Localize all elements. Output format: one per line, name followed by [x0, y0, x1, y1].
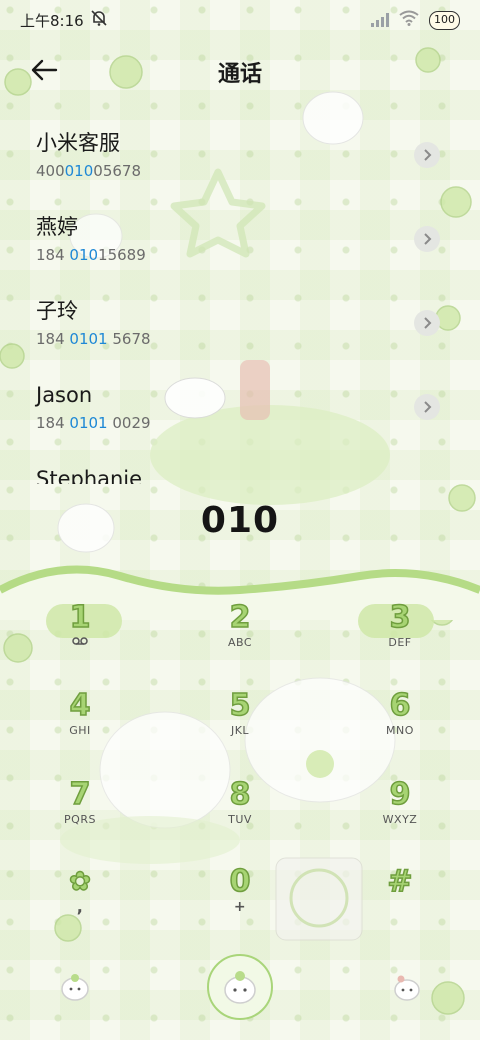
status-time: 上午8:16 — [20, 11, 84, 30]
key-2[interactable]: 2 ABC — [160, 599, 320, 650]
chevron-right-icon[interactable] — [414, 310, 440, 336]
contact-row[interactable]: 子玲 184 0101 5678 — [0, 288, 480, 372]
wifi-icon — [399, 10, 419, 30]
contact-row[interactable]: 小米客服 40001005678 — [0, 120, 480, 204]
battery-indicator: 100 — [429, 10, 460, 30]
key-7[interactable]: 7 PQRS — [0, 776, 160, 827]
contact-row[interactable]: 燕婷 184 01015689 — [0, 204, 480, 288]
key-5[interactable]: 5 JKL — [160, 687, 320, 738]
key-4[interactable]: 4 GHI — [0, 687, 160, 738]
contact-results-list: 小米客服 40001005678 燕婷 184 01015689 子玲 184 … — [0, 120, 480, 484]
mute-bell-icon — [90, 9, 108, 31]
key-6[interactable]: 6 MNO — [320, 687, 480, 738]
status-bar: 上午8:16 100 — [0, 0, 480, 40]
hide-keypad-icon[interactable] — [58, 970, 92, 1004]
key-9[interactable]: 9 WXYZ — [320, 776, 480, 827]
key-1[interactable]: 1 — [0, 599, 160, 650]
key-star[interactable]: ✿ , — [0, 864, 160, 914]
key-8[interactable]: 8 TUV — [160, 776, 320, 827]
page-title: 通话 — [217, 62, 262, 87]
contact-row[interactable]: Stephanie — [0, 456, 480, 484]
voicemail-icon — [0, 636, 160, 650]
key-hash[interactable]: # — [320, 863, 480, 900]
dialer-bottom-bar — [0, 950, 480, 1040]
signal-icon — [371, 13, 389, 27]
contact-name: Stephanie — [36, 467, 143, 484]
contact-number: 40001005678 — [36, 162, 141, 180]
dial-keypad: 1 2 ABC 3 DEF 4 GHI 5 JKL 6 MNO 7 PQRS 8… — [0, 596, 480, 946]
key-0[interactable]: 0 + — [160, 863, 320, 914]
chevron-right-icon[interactable] — [414, 142, 440, 168]
chevron-right-icon[interactable] — [414, 226, 440, 252]
header: 通话 — [0, 48, 480, 92]
dialed-number[interactable]: 010 — [0, 500, 480, 556]
chevron-right-icon[interactable] — [414, 394, 440, 420]
contact-row[interactable]: Jason 184 0101 0029 — [0, 372, 480, 456]
call-button[interactable] — [207, 954, 273, 1020]
contact-number: 184 0101 5678 — [36, 330, 151, 348]
star-key-icon: ✿ — [68, 866, 91, 898]
key-3[interactable]: 3 DEF — [320, 599, 480, 650]
contact-number: 184 01015689 — [36, 246, 146, 264]
delete-backspace-icon[interactable] — [390, 970, 424, 1004]
contact-number: 184 0101 0029 — [36, 414, 151, 432]
